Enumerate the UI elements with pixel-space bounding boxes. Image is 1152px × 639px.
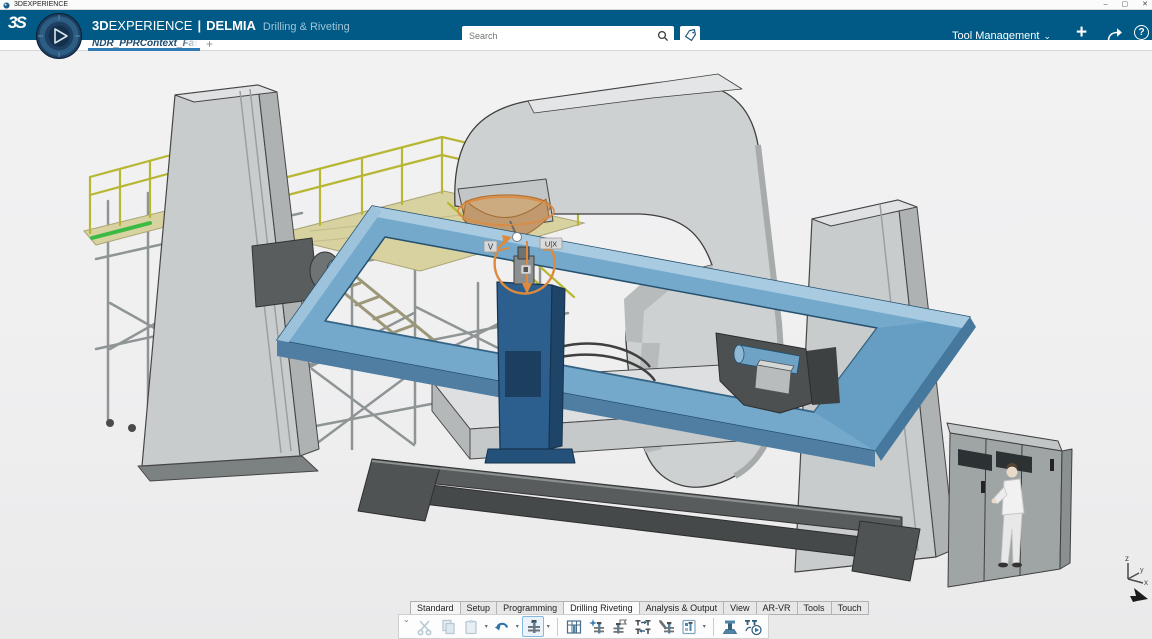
action-tab-ar-vr[interactable]: AR-VR bbox=[756, 601, 797, 615]
tool-management-menu[interactable]: Tool Management ⌄ bbox=[952, 30, 1051, 42]
action-bar-tabs: Standard Setup Programming Drilling Rive… bbox=[410, 601, 869, 615]
fastener-list-icon[interactable] bbox=[678, 616, 700, 637]
flag-fastener-icon[interactable] bbox=[609, 616, 631, 637]
svg-text:y: y bbox=[1140, 567, 1144, 574]
convert-fasteners-icon[interactable] bbox=[632, 616, 654, 637]
action-tab-setup[interactable]: Setup bbox=[460, 601, 497, 615]
action-tab-programming[interactable]: Programming bbox=[496, 601, 563, 615]
copy-icon[interactable] bbox=[437, 616, 459, 637]
os-titlebar: 3DEXPERIENCE – ▢ ✕ bbox=[0, 0, 1152, 10]
action-tab-tools[interactable]: Tools bbox=[797, 601, 831, 615]
action-tab-touch[interactable]: Touch bbox=[831, 601, 869, 615]
tool-management-label: Tool Management bbox=[952, 30, 1039, 42]
window-title: 3DEXPERIENCE bbox=[14, 0, 68, 10]
edit-fastener-icon[interactable] bbox=[655, 616, 677, 637]
svg-text:z: z bbox=[1125, 554, 1129, 563]
chevron-down-icon: ⌄ bbox=[1043, 31, 1051, 41]
jog-handle-dot[interactable] bbox=[513, 233, 522, 242]
svg-text:x: x bbox=[1144, 578, 1148, 587]
brand-text: 3DEXPERIENCE | DELMIA Drilling & Riveting bbox=[92, 18, 350, 33]
app-name: DELMIA bbox=[206, 18, 256, 33]
action-tab-drilling-riveting[interactable]: Drilling Riveting bbox=[563, 601, 639, 615]
svg-text:V: V bbox=[488, 243, 494, 252]
cut-icon[interactable] bbox=[414, 616, 436, 637]
compass-button[interactable] bbox=[36, 13, 82, 59]
svg-text:U|X: U|X bbox=[545, 240, 557, 249]
tab-underline bbox=[88, 48, 200, 51]
mouse-cursor-icon bbox=[1130, 588, 1148, 602]
minimize-icon[interactable]: – bbox=[1104, 0, 1108, 10]
action-tab-standard[interactable]: Standard bbox=[410, 601, 460, 615]
fastener-table-icon[interactable] bbox=[563, 616, 585, 637]
close-icon[interactable]: ✕ bbox=[1142, 0, 1148, 10]
create-fastener-icon[interactable] bbox=[586, 616, 608, 637]
action-bar-toolbar: ⌄ ▾ ▾ ▾ ▾ bbox=[398, 614, 769, 639]
brand-divider: | bbox=[197, 18, 201, 33]
maximize-icon[interactable]: ▢ bbox=[1122, 0, 1129, 10]
paste-icon[interactable] bbox=[460, 616, 482, 637]
viewport-3d-scene[interactable]: V U|X z x y bbox=[0, 51, 1152, 639]
simulate-fastening-icon[interactable] bbox=[742, 616, 764, 637]
ds-logo: 3S bbox=[8, 13, 25, 33]
search-box[interactable] bbox=[462, 26, 674, 45]
viewport-3d[interactable]: V U|X z x y bbox=[0, 51, 1152, 639]
rivet-press-icon[interactable] bbox=[719, 616, 741, 637]
jog-label-ux[interactable]: U|X bbox=[540, 238, 562, 249]
add-content-button[interactable]: + bbox=[1076, 22, 1087, 44]
action-tab-view[interactable]: View bbox=[723, 601, 755, 615]
search-input[interactable] bbox=[462, 31, 657, 41]
paste-dropdown-caret[interactable]: ▾ bbox=[483, 623, 490, 630]
jog-label-small[interactable] bbox=[521, 265, 531, 274]
jog-label-v[interactable]: V bbox=[484, 241, 497, 252]
fastener-manager-icon[interactable] bbox=[522, 616, 544, 637]
toolbar-overflow-chevron[interactable]: ⌄ bbox=[403, 615, 410, 624]
toolbar-separator bbox=[557, 618, 558, 636]
share-icon[interactable] bbox=[1106, 26, 1124, 42]
action-tab-analysis-output[interactable]: Analysis & Output bbox=[639, 601, 724, 615]
brand-3d: 3D bbox=[92, 18, 109, 33]
tag-button[interactable] bbox=[680, 26, 700, 45]
app-subtitle: Drilling & Riveting bbox=[263, 21, 350, 33]
toolbar-separator bbox=[713, 618, 714, 636]
app-icon bbox=[3, 2, 10, 9]
tag-icon bbox=[684, 29, 697, 42]
undo-icon[interactable] bbox=[491, 616, 513, 637]
undo-dropdown-caret[interactable]: ▾ bbox=[514, 623, 521, 630]
machine-left-column[interactable] bbox=[138, 85, 341, 481]
help-icon[interactable]: ? bbox=[1134, 25, 1149, 40]
fastener-list-dropdown-caret[interactable]: ▾ bbox=[701, 623, 708, 630]
app-header: 3S 3DEXPERIENCE | DELMIA Drilling & Rivetin… bbox=[0, 10, 1152, 40]
search-icon[interactable] bbox=[657, 30, 669, 42]
fastener-manager-dropdown-caret[interactable]: ▾ bbox=[545, 623, 552, 630]
brand-experience: EXPERIENCE bbox=[109, 18, 193, 33]
axis-triad: z x y bbox=[1125, 554, 1148, 587]
